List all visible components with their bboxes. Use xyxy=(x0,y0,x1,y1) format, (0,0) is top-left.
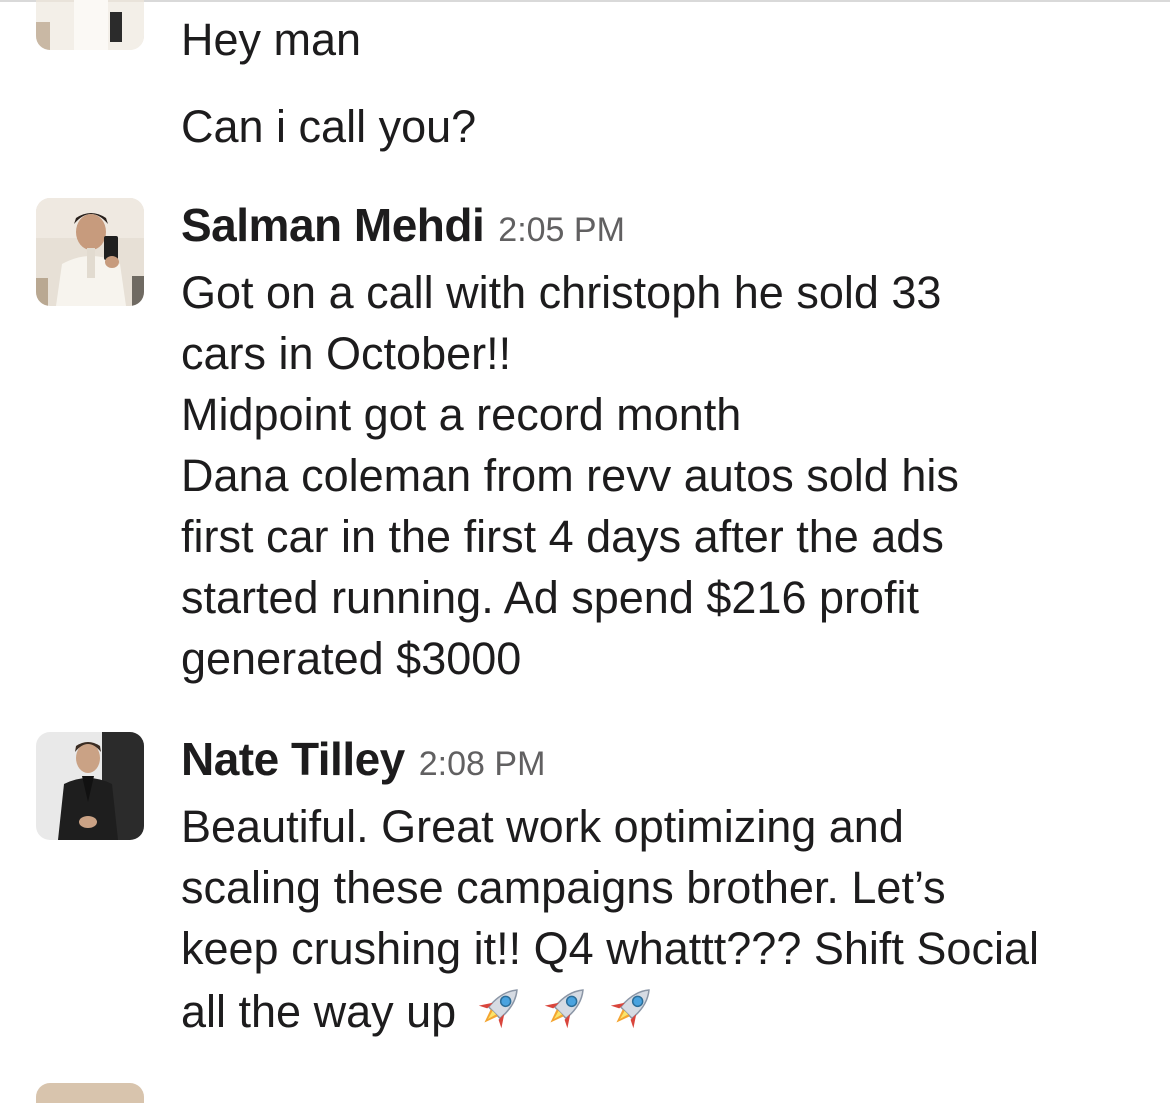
rocket-icon xyxy=(544,989,584,1029)
message-text: keep crushing it!! Q4 whattt??? Shift So… xyxy=(181,923,1039,974)
message-text: Got on a call with christoph he sold 33 xyxy=(181,267,942,318)
message-text: all the way up xyxy=(181,986,457,1037)
message-text: cars in October!! xyxy=(181,328,512,379)
top-divider xyxy=(0,0,1170,2)
message-text: Midpoint got a record month xyxy=(181,389,742,440)
message-text: Beautiful. Great work optimizing and xyxy=(181,801,904,852)
avatar[interactable] xyxy=(36,732,144,840)
user-photo-avatar-icon xyxy=(36,732,144,840)
message-text: Dana coleman from revv autos sold his xyxy=(181,450,959,501)
message-text: Can i call you? xyxy=(181,101,477,152)
message-text: scaling these campaigns brother. Let’s xyxy=(181,862,946,913)
message-timestamp[interactable]: 2:08 PM xyxy=(419,745,546,784)
message-timestamp[interactable]: 2:05 PM xyxy=(498,211,625,250)
avatar[interactable] xyxy=(36,198,144,306)
message-text: Hey man xyxy=(181,14,362,65)
avatar[interactable] xyxy=(36,0,144,50)
rocket-icon xyxy=(478,989,518,1029)
message-text-with-emoji: all the way up xyxy=(181,979,1140,1042)
message-header: Salman Mehdi 2:05 PM xyxy=(181,198,1140,252)
message-text: generated $3000 xyxy=(181,633,522,684)
message-header: Nate Tilley 2:08 PM xyxy=(181,732,1140,786)
avatar[interactable] xyxy=(36,1083,144,1103)
author-name[interactable]: Salman Mehdi xyxy=(181,198,485,252)
rocket-icon xyxy=(610,989,650,1029)
user-photo-avatar-icon xyxy=(36,198,144,306)
emoji-group xyxy=(472,979,660,1035)
message-text: first car in the first 4 days after the … xyxy=(181,511,944,562)
message-text: started running. Ad spend $216 profit xyxy=(181,572,920,623)
author-name[interactable]: Nate Tilley xyxy=(181,732,405,786)
